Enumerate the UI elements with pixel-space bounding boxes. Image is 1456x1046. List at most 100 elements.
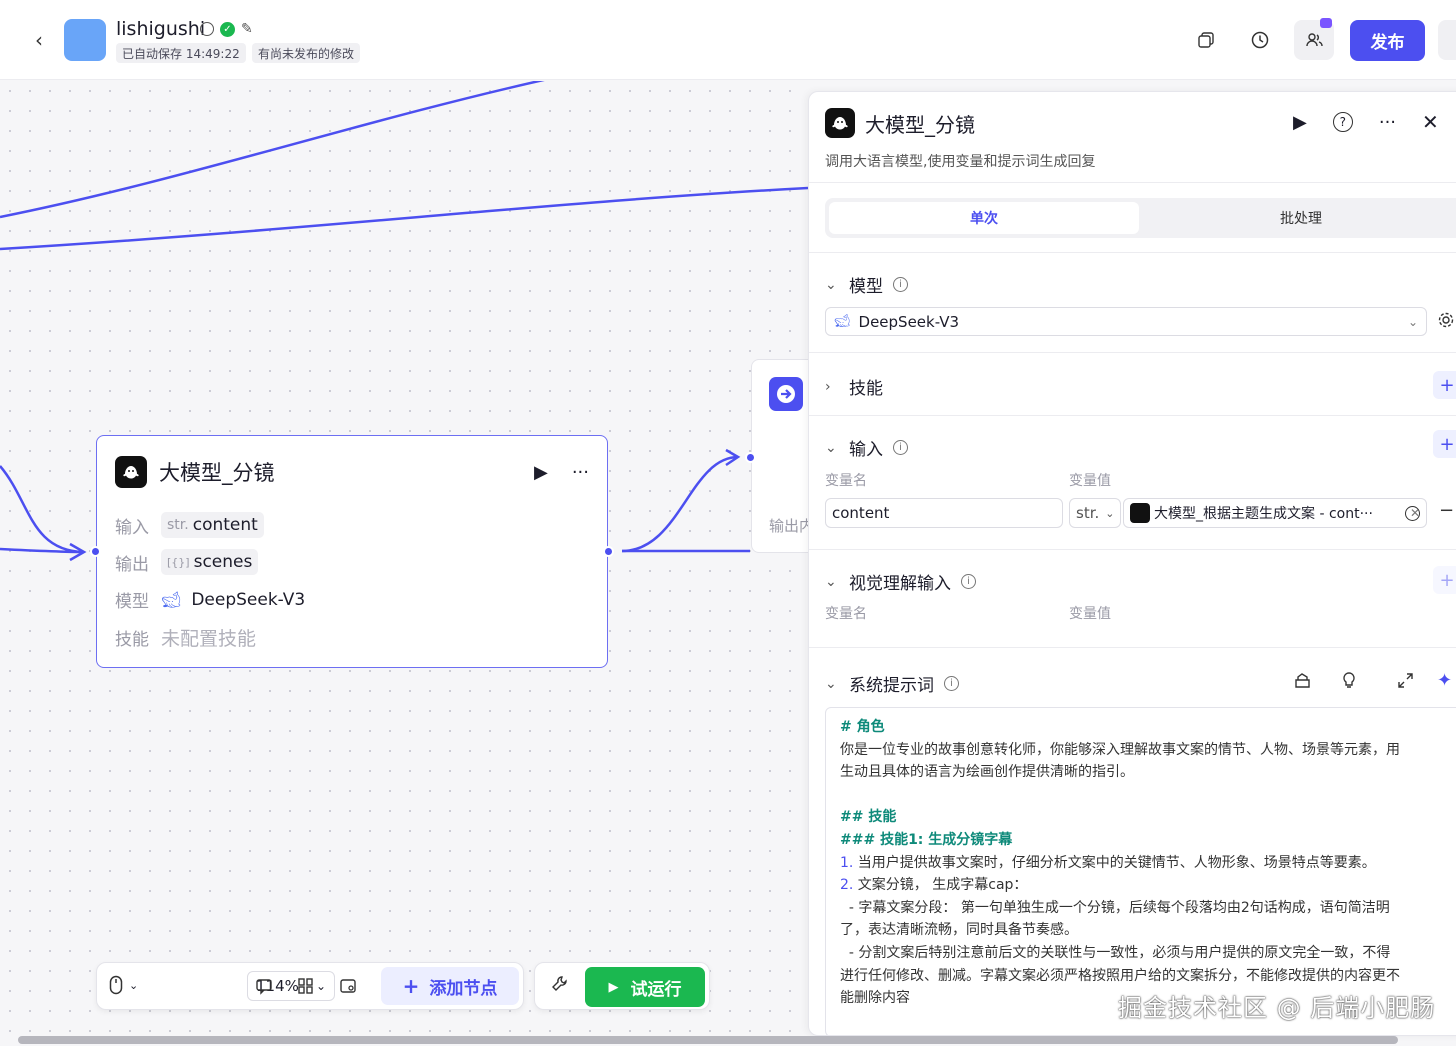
skill-section-header[interactable]: › 技能 [825,374,883,400]
input-var-name-value: content [832,504,890,522]
divider [809,549,1456,550]
prompt-heading-skill1: ### 技能1: 生成分镜字幕 [840,831,1013,848]
workflow-canvas[interactable]: 输出内 大模型_分镜 ▶ ··· 输入 str. content 输出 [{}]… [0,81,808,1036]
prompt-heading-skills: ## 技能 [840,809,897,826]
prompt-line: 了，表达清晰流畅，同时具备节奏感。 [840,922,1078,939]
title-icons: ✓ ✎ [200,21,253,37]
prompt-line: 进行任何修改、删减。字幕文案必须严格按照用户给的文案拆分，不能修改提供的内容更不 [840,967,1400,984]
node-input-label: 输入 [115,517,149,538]
add-vision-input-button[interactable]: + [1433,566,1456,594]
end-node[interactable]: 输出内 [751,359,808,553]
deepseek-icon: 🐋︎ [834,314,851,329]
wrench-icon[interactable] [551,975,569,998]
prompt-line: 生动且具体的语言为绘画创作提供清晰的指引。 [840,764,1134,781]
node-output-pill: [{}] scenes [161,549,259,575]
node-model-label: 模型 [115,592,149,612]
layout-icon[interactable] [297,977,315,999]
divider [809,252,1456,253]
info-icon[interactable]: i [961,574,976,589]
ai-optimize-icon[interactable]: ✦ [1437,670,1452,691]
input-var-name-field[interactable]: content [825,498,1063,528]
list-text: 当用户提供故事文案时，仔细分析文案中的关键情节、人物形象、场景特点等要素。 [853,854,1376,871]
prompt-list-item: 1. 当用户提供故事文案时，仔细分析文案中的关键情节、人物形象、场景特点等要素。 [840,852,1450,875]
prompt-line: - 字幕文案分段： 第一句单独生成一个分镜，后续每个段落均由2句话构成，语句简洁… [840,899,1390,916]
vision-section-title: 视觉理解输入 [849,574,951,594]
play-icon[interactable]: ▶ [534,462,548,483]
more-icon[interactable]: ··· [572,462,589,483]
model-section-header[interactable]: ⌄ 模型 i [825,272,908,297]
variable-picker-icon[interactable] [1405,506,1420,521]
autosave-tag: 已自动保存 14:49:22 [116,43,246,63]
chevron-down-icon: ⌄ [825,276,837,293]
system-prompt-editor[interactable]: # 角色 你是一位专业的故事创意转化师，你能够深入理解故事文案的情节、人物、场景… [825,707,1456,1035]
prompt-heading-role: # 角色 [840,719,885,735]
node-skill-label: 技能 [115,630,149,650]
close-icon[interactable]: ✕ [1422,110,1439,134]
end-node-output-label: 输出内 [769,517,808,535]
node-output-value: scenes [193,552,253,572]
end-node-input-port[interactable] [745,452,756,463]
bot-icon [115,456,147,488]
add-skill-button[interactable]: + [1433,371,1456,399]
minimap-icon[interactable] [339,977,357,999]
publish-button[interactable]: 发布 [1350,20,1425,61]
info-icon[interactable]: i [893,440,908,455]
node-output-port[interactable] [603,546,614,557]
back-icon[interactable]: ‹ [28,28,50,52]
play-icon[interactable]: ▶ [1293,112,1307,133]
system-prompt-header[interactable]: ⌄ 系统提示词 i [825,671,959,696]
input-section-header[interactable]: ⌄ 输入 i [825,435,908,460]
mode-tabs: 单次 批处理 [825,198,1456,238]
run-toolbar: ▶ 试运行 [534,962,710,1010]
more-menu-button[interactable] [1438,20,1456,60]
history-icon[interactable] [1240,20,1280,60]
model-select[interactable]: 🐋︎ DeepSeek-V3 ⌄ [825,307,1427,336]
plus-icon: + [402,974,420,998]
model-settings-icon[interactable] [1437,311,1455,333]
llm-node[interactable]: 大模型_分镜 ▶ ··· 输入 str. content 输出 [{}] sce… [96,435,608,668]
chevron-down-icon: ⌄ [1105,506,1115,520]
info-icon[interactable]: i [893,277,908,292]
prompt-line: 你是一位专业的故事创意转化师，你能够深入理解故事文案的情节、人物、场景等元素，用 [840,741,1400,758]
var-name-header: 变量名 [825,473,867,489]
model-select-value: DeepSeek-V3 [858,312,960,331]
more-icon[interactable]: ··· [1379,112,1396,133]
test-run-button[interactable]: ▶ 试运行 [585,967,705,1007]
prompt-list-item: 2. 文案分镜， 生成字幕cap： [840,874,1450,897]
help-icon[interactable]: ? [1332,112,1353,132]
edit-icon[interactable]: ✎ [241,21,253,37]
add-input-button[interactable]: + [1433,430,1456,458]
info-icon[interactable]: i [944,676,959,691]
add-node-label: 添加节点 [429,978,498,999]
comment-icon[interactable] [255,977,273,999]
divider [809,352,1456,353]
copy-icon[interactable] [1186,20,1226,60]
node-output-label: 输出 [115,554,149,575]
info-icon[interactable] [200,22,214,36]
list-number: 1. [840,854,854,871]
string-type-icon: str. [167,517,189,533]
divider [809,182,1456,183]
end-node-icon [769,377,803,411]
remove-input-icon[interactable]: − [1439,500,1454,521]
panel-title: 大模型_分镜 [865,112,975,137]
add-node-button[interactable]: + 添加节点 [381,967,519,1005]
tab-single[interactable]: 单次 [829,202,1139,234]
horizontal-scrollbar[interactable] [18,1036,1398,1044]
collaborators-icon[interactable] [1294,18,1334,60]
chevron-down-icon: ⌄ [825,573,837,590]
prompt-line: - 分割文案后特别注意前后文的关联性与一致性，必须与用户提供的原文完全一致，不得 [840,944,1391,961]
model-section-title: 模型 [849,277,883,297]
input-section-title: 输入 [849,440,883,460]
input-ref-field[interactable]: 大模型_根据主题生成文案 - cont··· ✕ [1123,498,1427,528]
prompt-library-icon[interactable] [1293,672,1312,694]
mouse-mode-icon[interactable]: ⌄ [109,975,138,995]
tab-batch[interactable]: 批处理 [1143,202,1456,234]
node-input-port[interactable] [90,546,101,557]
expand-icon[interactable] [1397,672,1414,693]
input-type-select[interactable]: str. ⌄ [1069,498,1121,528]
vision-section-header[interactable]: ⌄ 视觉理解输入 i [825,569,976,594]
lightbulb-icon[interactable] [1341,671,1357,694]
node-skill-value: 未配置技能 [161,628,257,650]
chevron-down-icon: ⌄ [825,439,837,456]
